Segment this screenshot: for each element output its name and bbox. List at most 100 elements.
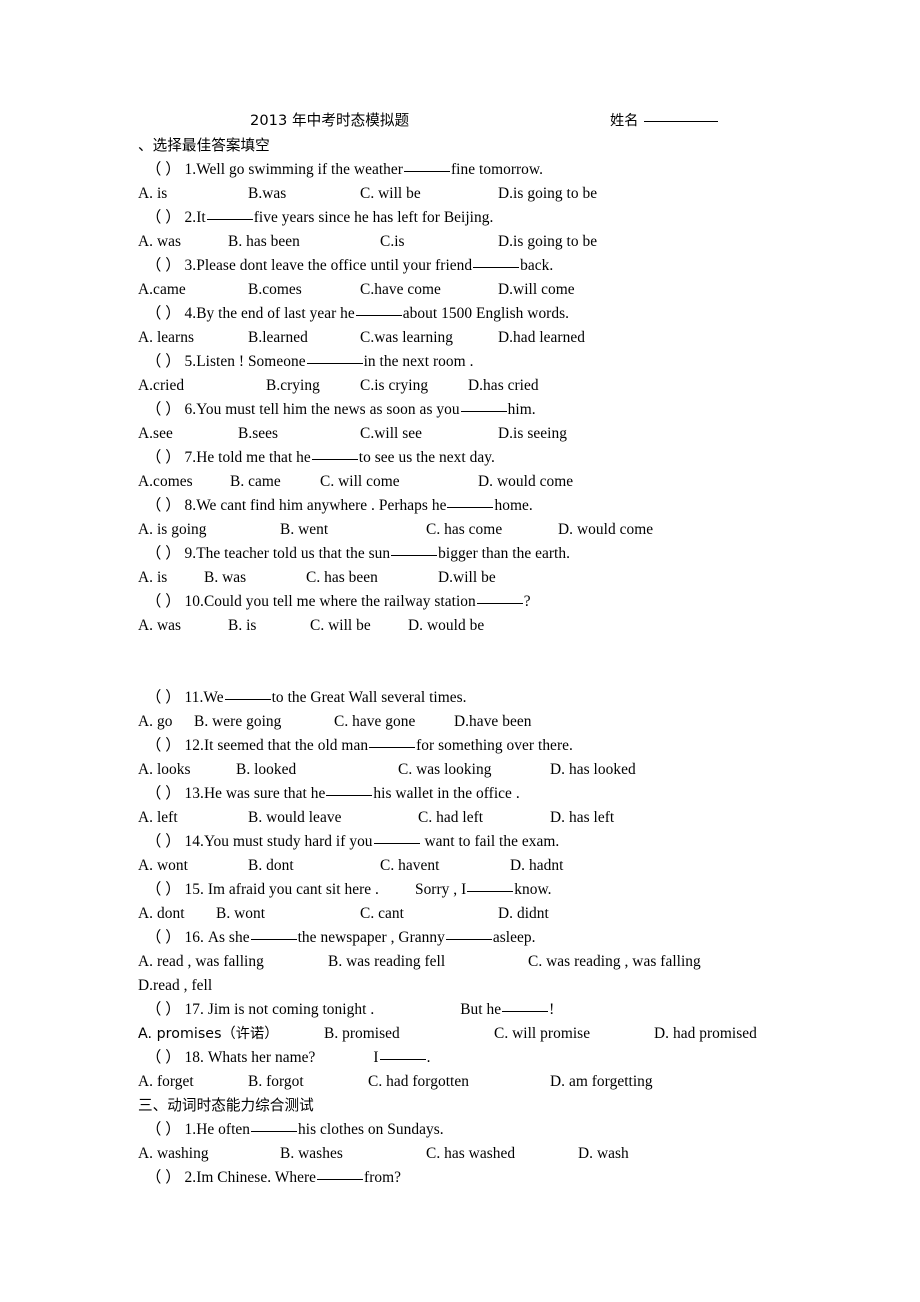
answer-gap[interactable]: [391, 555, 438, 556]
option-d[interactable]: D. has left: [550, 806, 614, 830]
option-d[interactable]: D.is seeing: [498, 422, 567, 446]
option-b[interactable]: B. wont: [216, 902, 360, 926]
option-d[interactable]: D. didnt: [498, 902, 549, 926]
option-d[interactable]: D. am forgetting: [550, 1070, 653, 1094]
answer-gap[interactable]: [326, 795, 373, 796]
option-a[interactable]: A. is going: [138, 518, 280, 542]
answer-bracket[interactable]: （ ）: [146, 449, 181, 466]
option-b[interactable]: B. dont: [248, 854, 380, 878]
answer-gap[interactable]: [250, 939, 297, 940]
option-d[interactable]: D.read , fell: [138, 974, 212, 998]
option-b[interactable]: B. is: [228, 614, 310, 638]
answer-bracket[interactable]: （ ）: [146, 545, 181, 562]
answer-gap[interactable]: [369, 747, 416, 748]
answer-bracket[interactable]: （ ）: [146, 689, 181, 706]
option-b[interactable]: B. was reading fell: [328, 950, 528, 974]
option-b[interactable]: B. was: [204, 566, 306, 590]
option-a[interactable]: A. is: [138, 182, 248, 206]
option-b[interactable]: B.sees: [238, 422, 360, 446]
answer-gap[interactable]: [311, 459, 358, 460]
option-a[interactable]: A. was: [138, 230, 228, 254]
option-c[interactable]: C. was looking: [398, 758, 550, 782]
option-c[interactable]: C. will be: [310, 614, 408, 638]
answer-gap-2[interactable]: [445, 939, 492, 940]
option-c[interactable]: C. has come: [426, 518, 558, 542]
option-a[interactable]: A. looks: [138, 758, 236, 782]
option-a[interactable]: A. wont: [138, 854, 248, 878]
answer-gap[interactable]: [403, 171, 450, 172]
option-c[interactable]: C. havent: [380, 854, 510, 878]
option-d[interactable]: D. would be: [408, 614, 484, 638]
option-c[interactable]: C. will come: [320, 470, 478, 494]
option-d[interactable]: D.is going to be: [498, 230, 597, 254]
option-a[interactable]: A. was: [138, 614, 228, 638]
answer-bracket[interactable]: （ ）: [146, 257, 181, 274]
answer-gap[interactable]: [355, 315, 402, 316]
option-c[interactable]: C. has washed: [426, 1142, 578, 1166]
option-b[interactable]: B.learned: [248, 326, 360, 350]
option-c[interactable]: C. will be: [360, 182, 498, 206]
answer-bracket[interactable]: （ ）: [146, 833, 181, 850]
student-name-rule[interactable]: [644, 121, 719, 122]
answer-bracket[interactable]: （ ）: [146, 881, 181, 898]
option-d[interactable]: D. had promised: [654, 1022, 757, 1046]
answer-bracket[interactable]: （ ）: [146, 1049, 181, 1066]
option-a[interactable]: A.see: [138, 422, 238, 446]
student-name-field[interactable]: 姓名: [610, 108, 719, 134]
option-b[interactable]: B. went: [280, 518, 426, 542]
option-a[interactable]: A. washing: [138, 1142, 280, 1166]
option-b[interactable]: B. came: [230, 470, 320, 494]
option-d[interactable]: D. would come: [558, 518, 653, 542]
option-a[interactable]: A. learns: [138, 326, 248, 350]
answer-gap[interactable]: [473, 267, 520, 268]
option-d[interactable]: D.has cried: [468, 374, 539, 398]
option-c[interactable]: C.is crying: [360, 374, 468, 398]
option-a[interactable]: A. promises（许诺）: [138, 1022, 324, 1046]
option-c[interactable]: C. was reading , was falling: [528, 950, 701, 974]
option-d[interactable]: D.have been: [454, 710, 531, 734]
option-b[interactable]: B.crying: [266, 374, 360, 398]
answer-gap[interactable]: [224, 699, 271, 700]
answer-gap[interactable]: [476, 603, 523, 604]
option-d[interactable]: D.is going to be: [498, 182, 597, 206]
option-a[interactable]: A. read , was falling: [138, 950, 328, 974]
option-a[interactable]: A. forget: [138, 1070, 248, 1094]
option-d[interactable]: D. has looked: [550, 758, 636, 782]
answer-gap[interactable]: [502, 1011, 549, 1012]
answer-bracket[interactable]: （ ）: [146, 1169, 181, 1186]
option-a[interactable]: A.cried: [138, 374, 266, 398]
option-c[interactable]: C.was learning: [360, 326, 498, 350]
option-b[interactable]: B.was: [248, 182, 360, 206]
option-a[interactable]: A.comes: [138, 470, 230, 494]
option-c[interactable]: C. have gone: [334, 710, 454, 734]
answer-gap[interactable]: [251, 1131, 298, 1132]
answer-gap[interactable]: [379, 1059, 426, 1060]
option-d[interactable]: D.had learned: [498, 326, 585, 350]
option-d[interactable]: D.will come: [498, 278, 575, 302]
option-a[interactable]: A. left: [138, 806, 248, 830]
answer-gap[interactable]: [306, 363, 363, 364]
option-c[interactable]: C. had left: [418, 806, 550, 830]
option-b[interactable]: B. has been: [228, 230, 380, 254]
answer-bracket[interactable]: （ ）: [146, 785, 181, 802]
option-d[interactable]: D. would come: [478, 470, 573, 494]
answer-bracket[interactable]: （ ）: [146, 209, 181, 226]
answer-bracket[interactable]: （ ）: [146, 593, 181, 610]
option-b[interactable]: B.comes: [248, 278, 360, 302]
answer-bracket[interactable]: （ ）: [146, 737, 181, 754]
answer-gap[interactable]: [206, 219, 253, 220]
option-a[interactable]: A. dont: [138, 902, 216, 926]
answer-bracket[interactable]: （ ）: [146, 497, 181, 514]
answer-bracket[interactable]: （ ）: [146, 1001, 181, 1018]
option-d[interactable]: D. wash: [578, 1142, 629, 1166]
option-b[interactable]: B. forgot: [248, 1070, 368, 1094]
option-d[interactable]: D.will be: [438, 566, 496, 590]
option-c[interactable]: C.is: [380, 230, 498, 254]
option-b[interactable]: B. looked: [236, 758, 398, 782]
option-b[interactable]: B. washes: [280, 1142, 426, 1166]
answer-gap[interactable]: [460, 411, 507, 412]
option-c[interactable]: C. had forgotten: [368, 1070, 550, 1094]
answer-gap[interactable]: [373, 843, 420, 844]
option-b[interactable]: B. promised: [324, 1022, 494, 1046]
option-a[interactable]: A. is: [138, 566, 204, 590]
